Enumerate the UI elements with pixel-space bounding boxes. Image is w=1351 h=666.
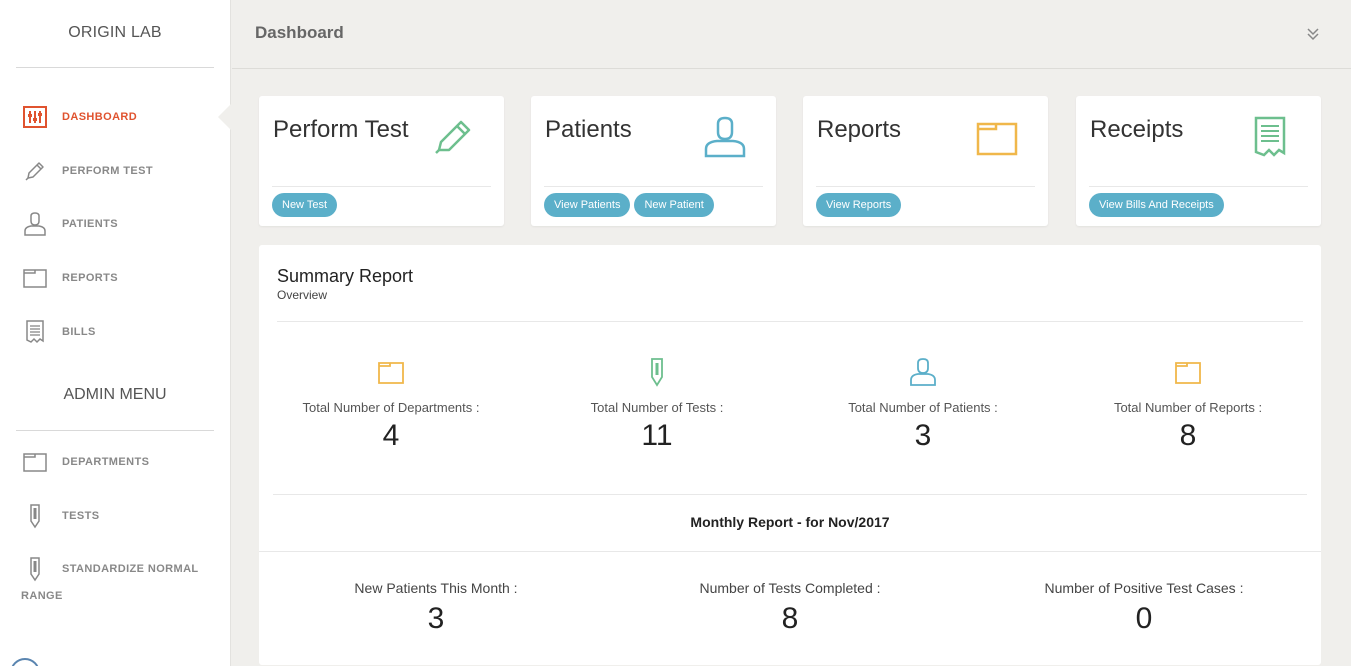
pencil-icon	[22, 158, 48, 184]
test-tube-icon	[22, 503, 48, 529]
divider	[259, 551, 1321, 552]
dashboard-icon	[22, 104, 48, 130]
stat-label: Number of Tests Completed :	[699, 580, 881, 596]
divider	[277, 321, 1303, 322]
divider	[273, 494, 1307, 495]
folder-icon	[974, 116, 1020, 158]
monthly-report-title: Monthly Report - for Nov/2017	[690, 514, 890, 530]
brand-title: ORIGIN LAB	[68, 24, 162, 41]
sidebar-item-dashboard[interactable]: DASHBOARD	[22, 104, 222, 130]
card-reports: Reports View Reports	[803, 96, 1048, 226]
folder-icon	[376, 357, 406, 387]
sidebar-item-label: DASHBOARD	[62, 111, 138, 123]
divider	[16, 430, 214, 431]
stat-value: 4	[382, 419, 400, 452]
divider	[544, 186, 763, 187]
card-patients: Patients View Patients New Patient	[531, 96, 776, 226]
card-title: Patients	[545, 116, 632, 143]
stat-label: Total Number of Tests :	[590, 400, 724, 415]
sidebar-item-patients[interactable]: PATIENTS	[22, 211, 222, 237]
page-title: Dashboard	[255, 23, 344, 42]
stat-label: New Patients This Month :	[354, 580, 518, 596]
sidebar-item-label-continuation: RANGE	[21, 590, 63, 602]
sidebar-item-label: BILLS	[62, 326, 96, 338]
summary-title: Summary Report	[277, 266, 414, 286]
sidebar-item-label: TESTS	[62, 510, 100, 522]
stat-value: 11	[641, 419, 673, 452]
receipt-icon	[22, 319, 48, 345]
sidebar: ORIGIN LAB DASHBOARD PERFORM TEST PATIEN…	[0, 0, 231, 666]
folder-icon	[22, 449, 48, 475]
card-title: Perform Test	[273, 116, 409, 143]
stat-label: Total Number of Reports :	[1113, 400, 1263, 415]
help-icon[interactable]	[10, 658, 40, 666]
stat-value: 0	[1135, 602, 1153, 635]
sidebar-item-tests[interactable]: TESTS	[22, 503, 222, 529]
stat-label: Total Number of Departments :	[302, 400, 480, 415]
pencil-icon	[430, 116, 476, 158]
stat-label: Number of Positive Test Cases :	[1044, 580, 1244, 596]
divider	[16, 67, 214, 68]
user-icon	[908, 357, 938, 387]
double-chevron-down-icon[interactable]	[1305, 26, 1323, 44]
monthly-stat-new-patients: New Patients This Month : 3	[259, 580, 613, 636]
card-receipts: Receipts View Bills And Receipts	[1076, 96, 1321, 226]
stat-value: 3	[914, 419, 932, 452]
sidebar-item-label: PERFORM TEST	[62, 165, 153, 177]
summary-subtitle: Overview	[277, 288, 328, 302]
user-icon	[702, 116, 748, 158]
view-reports-button[interactable]: View Reports	[816, 193, 902, 217]
view-bills-and-receipts-button[interactable]: View Bills And Receipts	[1089, 193, 1224, 217]
admin-menu-title: ADMIN MENU	[63, 386, 167, 403]
divider	[272, 186, 491, 187]
stat-departments: Total Number of Departments : 4	[271, 357, 511, 453]
test-tube-icon	[642, 357, 672, 387]
card-perform-test: Perform Test New Test	[259, 96, 504, 226]
summary-panel: Summary Report Overview Total Number of …	[259, 245, 1321, 665]
monthly-stat-positive-cases: Number of Positive Test Cases : 0	[967, 580, 1321, 636]
top-header: Dashboard	[232, 0, 1351, 69]
stat-tests: Total Number of Tests : 11	[537, 357, 777, 453]
card-title: Reports	[817, 116, 902, 143]
monthly-stat-tests-completed: Number of Tests Completed : 8	[613, 580, 967, 636]
sidebar-item-label: REPORTS	[62, 272, 118, 284]
divider	[1089, 186, 1308, 187]
folder-icon	[22, 265, 48, 291]
stat-patients: Total Number of Patients : 3	[803, 357, 1043, 453]
stat-reports: Total Number of Reports : 8	[1068, 357, 1308, 453]
card-title: Receipts	[1090, 116, 1184, 143]
receipt-icon	[1247, 116, 1293, 158]
sidebar-item-departments[interactable]: DEPARTMENTS	[22, 449, 222, 475]
user-icon	[22, 211, 48, 237]
stat-label: Total Number of Patients :	[848, 400, 998, 415]
sidebar-item-perform-test[interactable]: PERFORM TEST	[22, 158, 222, 184]
test-tube-icon	[22, 556, 48, 582]
sidebar-item-reports[interactable]: REPORTS	[22, 265, 222, 291]
folder-icon	[1173, 357, 1203, 387]
stat-value: 8	[781, 602, 799, 635]
stat-value: 8	[1179, 419, 1197, 452]
new-test-button[interactable]: New Test	[272, 193, 338, 217]
active-indicator	[218, 103, 232, 131]
sidebar-item-standardize-normal-range[interactable]: STANDARDIZE NORMAL	[22, 556, 222, 582]
sidebar-item-label: PATIENTS	[62, 218, 118, 230]
sidebar-item-bills[interactable]: BILLS	[22, 319, 222, 345]
view-patients-button[interactable]: View Patients	[544, 193, 631, 217]
stat-value: 3	[427, 602, 445, 635]
sidebar-item-label: STANDARDIZE NORMAL	[62, 563, 199, 575]
sidebar-item-label: DEPARTMENTS	[62, 456, 150, 468]
divider	[816, 186, 1035, 187]
new-patient-button[interactable]: New Patient	[634, 193, 714, 217]
